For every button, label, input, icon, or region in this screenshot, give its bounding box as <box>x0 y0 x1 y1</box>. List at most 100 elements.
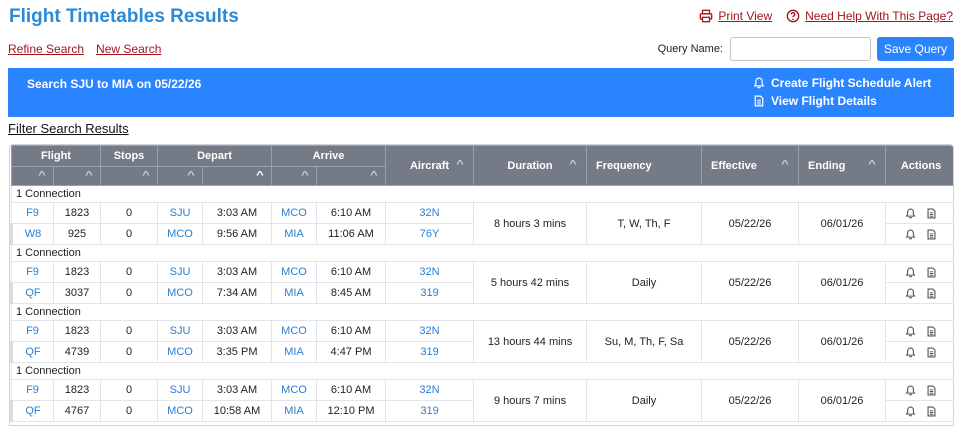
bell-icon[interactable] <box>905 325 916 337</box>
arrive-airport[interactable]: MCO <box>271 379 317 401</box>
connection-label: 1 Connection <box>10 185 953 203</box>
aircraft-code[interactable]: 319 <box>385 400 475 422</box>
header-duration-cell[interactable]: Duration ^ <box>473 145 588 186</box>
refine-search-link[interactable]: Refine Search <box>8 42 84 56</box>
query-name-label: Query Name: <box>657 43 723 55</box>
document-icon[interactable] <box>926 228 937 240</box>
document-icon[interactable] <box>926 207 937 219</box>
print-view-link[interactable]: Print View <box>699 9 772 23</box>
flight-number: 3037 <box>53 282 101 304</box>
sort-caret-icon: ^ <box>187 170 195 181</box>
arrive-airport[interactable]: MIA <box>271 341 317 363</box>
arrive-airport[interactable]: MIA <box>271 400 317 422</box>
sort-caret-icon: ^ <box>868 159 876 170</box>
aircraft-code[interactable]: 319 <box>385 341 475 363</box>
depart-airport[interactable]: SJU <box>157 202 203 224</box>
row-actions <box>885 400 953 422</box>
header-aircraft-cell[interactable]: Aircraft ^ <box>385 145 475 186</box>
aircraft-code[interactable]: 319 <box>385 282 475 304</box>
airline-code[interactable]: F9 <box>11 202 54 224</box>
depart-airport[interactable]: MCO <box>157 282 203 304</box>
ending-date: 06/01/26 <box>798 261 887 304</box>
duration-value: 5 hours 42 mins <box>473 261 588 304</box>
filter-results-title[interactable]: Filter Search Results <box>8 121 129 136</box>
airline-code[interactable]: QF <box>10 400 54 422</box>
depart-airport[interactable]: SJU <box>157 320 203 342</box>
airline-code[interactable]: QF <box>10 341 54 363</box>
bell-icon[interactable] <box>905 405 916 417</box>
search-links: Refine Search New Search <box>8 42 161 56</box>
flight-number: 925 <box>53 223 101 245</box>
help-link[interactable]: Need Help With This Page? <box>786 9 953 23</box>
table-row: F9 1823 0 SJU 3:03 AM MCO 6:10 AM 32N 5 … <box>11 261 953 304</box>
document-icon[interactable] <box>926 325 937 337</box>
sort-depart-airport[interactable]: ^ <box>157 166 203 186</box>
bell-icon[interactable] <box>905 266 916 278</box>
depart-airport[interactable]: SJU <box>157 261 203 283</box>
document-icon[interactable] <box>926 287 937 299</box>
arrive-time: 6:10 AM <box>315 202 387 224</box>
bell-icon[interactable] <box>905 228 916 240</box>
document-icon[interactable] <box>926 384 937 396</box>
header-flight: Flight <box>11 145 101 167</box>
new-search-link[interactable]: New Search <box>96 42 161 56</box>
sort-arrive-airport[interactable]: ^ <box>271 166 317 186</box>
view-details-link[interactable]: View Flight Details <box>753 94 931 108</box>
airline-code[interactable]: F9 <box>11 320 54 342</box>
header-effective-cell[interactable]: Effective ^ <box>701 145 800 186</box>
arrive-airport[interactable]: MCO <box>271 202 317 224</box>
depart-airport[interactable]: SJU <box>157 379 203 401</box>
sort-stops[interactable]: ^ <box>100 166 158 186</box>
sort-depart-time[interactable]: ^ <box>202 166 272 186</box>
bell-icon[interactable] <box>905 346 916 358</box>
aircraft-code[interactable]: 32N <box>385 379 475 401</box>
arrive-airport[interactable]: MIA <box>271 282 317 304</box>
header-actions: Actions <box>885 145 953 186</box>
row-actions <box>885 261 953 283</box>
aircraft-code[interactable]: 32N <box>385 261 475 283</box>
document-icon[interactable] <box>926 266 937 278</box>
header-aircraft: Aircraft <box>409 159 450 172</box>
arrive-airport[interactable]: MCO <box>271 320 317 342</box>
airline-code[interactable]: F9 <box>11 379 54 401</box>
row-actions <box>885 379 953 401</box>
arrive-airport[interactable]: MCO <box>271 261 317 283</box>
depart-time: 3:03 AM <box>202 261 272 283</box>
sort-arrive-time[interactable]: ^ <box>315 166 387 186</box>
airline-code[interactable]: W8 <box>10 223 54 245</box>
duration-value: 13 hours 44 mins <box>473 320 588 363</box>
ending-date: 06/01/26 <box>798 320 887 363</box>
bell-icon[interactable] <box>905 287 916 299</box>
bell-icon[interactable] <box>905 207 916 219</box>
sort-airline[interactable]: ^ <box>11 166 54 186</box>
flight-number: 1823 <box>53 202 101 224</box>
depart-airport[interactable]: MCO <box>157 341 203 363</box>
ending-date: 06/01/26 <box>798 379 887 422</box>
banner-actions: Create Flight Schedule Alert View Flight… <box>753 76 931 108</box>
airline-code[interactable]: F9 <box>11 261 54 283</box>
header-frequency: Frequency <box>596 159 652 172</box>
arrive-time: 6:10 AM <box>315 379 387 401</box>
document-icon[interactable] <box>926 346 937 358</box>
header-frequency-cell[interactable]: Frequency <box>586 145 703 186</box>
depart-airport[interactable]: MCO <box>157 400 203 422</box>
bell-icon[interactable] <box>905 384 916 396</box>
create-alert-link[interactable]: Create Flight Schedule Alert <box>753 76 931 90</box>
arrive-airport[interactable]: MIA <box>271 223 317 245</box>
effective-date: 05/22/26 <box>701 202 800 245</box>
query-name-input[interactable] <box>730 37 871 61</box>
create-alert-label: Create Flight Schedule Alert <box>771 76 932 90</box>
frequency-value: Su, M, Th, F, Sa <box>586 320 703 363</box>
aircraft-code[interactable]: 76Y <box>385 223 475 245</box>
depart-airport[interactable]: MCO <box>157 223 203 245</box>
table-row: F9 1823 0 SJU 3:03 AM MCO 6:10 AM 32N 13… <box>11 320 953 363</box>
aircraft-code[interactable]: 32N <box>385 202 475 224</box>
airline-code[interactable]: QF <box>10 282 54 304</box>
document-icon[interactable] <box>926 405 937 417</box>
flight-number: 1823 <box>53 379 101 401</box>
sort-flight-number[interactable]: ^ <box>53 166 101 186</box>
save-query-button[interactable]: Save Query <box>877 37 954 61</box>
header-ending-cell[interactable]: Ending ^ <box>798 145 887 186</box>
aircraft-code[interactable]: 32N <box>385 320 475 342</box>
row-actions <box>885 341 953 363</box>
